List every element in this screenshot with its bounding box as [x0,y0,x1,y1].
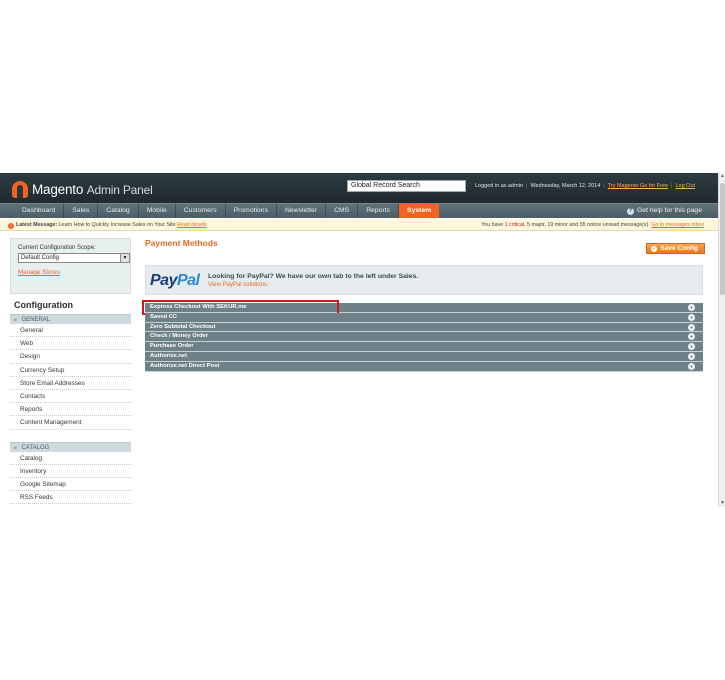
scope-switcher: Current Configuration Scope: Default Con… [10,238,131,294]
paypal-logo: PayPal [150,272,200,289]
sidebar-item-rss-feeds[interactable]: RSS Feeds [10,491,131,505]
expand-icon[interactable]: ▼ [688,323,695,331]
scope-label: Current Configuration Scope: [18,245,96,251]
expand-icon[interactable]: ▼ [688,343,695,351]
latest-message-text: Learn How to Quickly Increase Sales on Y… [58,222,176,228]
scroll-thumb[interactable] [720,183,725,295]
configuration-title: Configuration [14,300,73,310]
logged-in-text: Logged in as admin [475,183,524,189]
paypal-solutions-link[interactable]: View PayPal solutions. [208,282,269,288]
summary-prefix: You have [481,222,504,228]
logo-suffix: Admin Panel [86,182,153,197]
sidebar-item-google-sitemap[interactable]: Google Sitemap [10,478,131,492]
sidebar-item-design[interactable]: Design [10,350,131,364]
scope-select-value: Default Config [21,255,60,261]
section-express-checkout-sekur[interactable]: Express Checkout With SEKUR.me ▼ [142,300,703,315]
expand-icon[interactable]: ▼ [688,333,695,341]
main-content: Payment Methods ✓ Save Config PayPal Look… [142,238,705,372]
nav-sales[interactable]: Sales [64,204,99,218]
logo-name: Magento [32,181,84,197]
help-icon: ? [627,208,634,215]
scroll-down-icon[interactable]: ▼ [719,500,725,507]
checkmark-icon: ✓ [651,246,658,252]
browser-screenshot: Magento Admin Panel Global Record Search… [0,173,725,507]
sidebar-section-general[interactable]: ▶ GENERAL [10,314,131,324]
expand-icon[interactable]: ▼ [688,352,695,360]
manage-stores-link[interactable]: Manage Stores [18,269,123,276]
scroll-up-icon[interactable]: ▲ [719,173,725,180]
sidebar-item-store-email-addresses[interactable]: Store Email Addresses [10,377,131,390]
paypal-notice: PayPal Looking for PayPal? We have our o… [145,265,703,295]
nav-newsletter[interactable]: Newsletter [277,204,327,218]
logout-link[interactable]: Log Out [675,183,695,189]
config-sidebar: Current Configuration Scope: Default Con… [10,238,131,507]
admin-header: Magento Admin Panel Global Record Search… [0,173,718,203]
latest-message-label: Latest Message: [16,222,58,228]
sidebar-item-reports[interactable]: Reports [10,403,131,417]
sidebar-item-web[interactable]: Web [10,337,131,351]
read-details-link[interactable]: Read details [177,222,206,228]
page-scrollbar[interactable]: ▲ ▼ [718,173,725,507]
section-authorize-net-direct-post[interactable]: Authorize.net Direct Post ▼ [145,361,703,372]
nav-dashboard[interactable]: Dashboard [14,204,65,218]
nav-customers[interactable]: Customers [176,204,226,218]
sidebar-item-inventory[interactable]: Inventory [10,465,131,478]
warning-icon: ! [8,223,14,229]
date-text: Wednesday, March 12, 2014 [530,183,601,189]
expand-icon[interactable]: ▼ [688,304,695,311]
nav-mobile[interactable]: Mobile [139,204,176,218]
sidebar-section-catalog[interactable]: ▶ CATALOG [10,441,131,452]
paypal-heading: Looking for PayPal? We have our own tab … [208,273,419,280]
magento-logo-icon [12,180,28,198]
nav-cms[interactable]: CMS [326,204,359,218]
nav-catalog[interactable]: Catalog [98,204,139,218]
sidebar-item-currency-setup[interactable]: Currency Setup [10,364,131,377]
collapse-arrow-icon: ▶ [14,444,18,450]
global-search-input[interactable]: Global Record Search [347,180,466,192]
critical-count: 1 critical [504,222,525,228]
expand-icon[interactable]: ▼ [688,313,695,321]
message-bar: ! Latest Message: Learn How to Quickly In… [0,219,718,231]
nav-reports[interactable]: Reports [358,204,400,218]
sidebar-item-general[interactable]: General [10,324,131,338]
section-check-money-order[interactable]: Check / Money Order ▼ [145,332,703,343]
sidebar-item-catalog[interactable]: Catalog [10,452,131,465]
section-purchase-order[interactable]: Purchase Order ▼ [145,342,703,352]
save-config-button[interactable]: ✓ Save Config [646,243,705,254]
sidebar-item-content-management[interactable]: Content Management [10,416,131,430]
nav-promotions[interactable]: Promotions [226,204,277,218]
section-zero-subtotal-checkout[interactable]: Zero Subtotal Checkout ▼ [145,322,703,333]
header-links: Logged in as admin | Wednesday, March 12, … [475,183,696,189]
section-authorize-net[interactable]: Authorize.net ▼ [145,351,703,362]
summary-rest: , 5 major, 19 minor and 55 notice unread… [524,222,650,228]
chevron-down-icon: ▼ [120,254,129,262]
magento-logo[interactable]: Magento Admin Panel [12,180,153,198]
collapse-arrow-icon: ▶ [14,317,18,322]
expand-icon[interactable]: ▼ [688,362,695,370]
section-saved-cc[interactable]: Saved CC ▼ [145,312,703,323]
messages-inbox-link[interactable]: Go to messages inbox [651,222,704,228]
help-link[interactable]: ? Get help for this page [627,204,702,218]
help-text: Get help for this page [637,207,702,214]
sidebar-item-contacts[interactable]: Contacts [10,390,131,404]
main-nav: Dashboard Sales Catalog Mobile Customers… [0,203,718,218]
payment-methods-list: Express Checkout With SEKUR.me ▼ Saved C… [142,300,703,372]
nav-system[interactable]: System [399,204,440,218]
page-title: Payment Methods [145,238,218,248]
try-magento-go-link[interactable]: Try Magento Go for Free [608,183,668,189]
scope-select[interactable]: Default Config ▼ [18,253,130,263]
